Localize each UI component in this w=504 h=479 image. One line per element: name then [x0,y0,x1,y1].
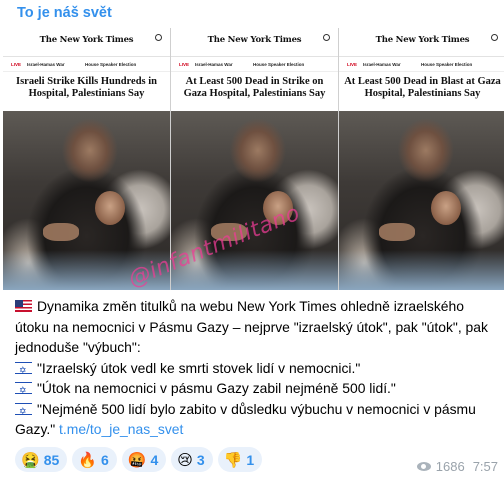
nav-item-election: House Speaker Election [85,62,137,67]
message-line-1: "Izraelský útok vedl ke smrti stovek lid… [15,358,495,380]
reaction-fire[interactable]: 🔥 6 [72,447,117,472]
message-bubble: To je náš svět The New York Times LIVE I… [0,0,504,479]
photo-hand [43,223,79,241]
live-label: LIVE [179,62,190,67]
reaction-angry[interactable]: 🤬 4 [121,447,167,472]
reactions-bar: 🤮 85 🔥 6 🤬 4 😢 3 👎 1 [15,447,263,472]
message-line-2-text: "Útok na nemocnici v pásmu Gazy zabil ne… [37,380,396,396]
account-icon [323,34,330,41]
photo-hand [379,223,415,241]
thumbs-down-emoji-icon: 👎 [223,451,243,469]
reaction-thumbs-down[interactable]: 👎 1 [217,447,263,472]
fire-emoji-icon: 🔥 [78,451,97,469]
photo-girl [95,191,125,225]
nyt-nav: LIVE Israel-Hamas War House Speaker Elec… [339,57,504,72]
reaction-cry[interactable]: 😢 3 [171,447,213,472]
nyt-screenshot-panel-1: The New York Times LIVE Israel-Hamas War… [3,28,171,290]
israel-flag-icon [15,360,32,380]
crying-emoji-icon: 😢 [177,451,193,469]
message-meta: 1686 7:57 [416,459,498,474]
nyt-screenshot-panel-3: The New York Times LIVE Israel-Hamas War… [339,28,504,290]
israel-flag-icon [15,380,32,401]
message-intro: Dynamika změn titulků na webu New York T… [15,296,495,358]
nyt-logo: The New York Times [39,35,134,45]
news-photo [339,111,504,290]
nav-item-war: Israel-Hamas War [363,62,401,67]
reaction-count: 4 [150,451,159,468]
message-line-1-text: "Izraelský útok vedl ke smrti stovek lid… [37,359,361,376]
photo-girl [431,191,461,225]
message-line-3: "Nejméně 500 lidí bylo zabito v důsledku… [15,399,495,440]
israel-flag-icon [15,401,32,421]
channel-link[interactable]: t.me/to_je_nas_svet [59,421,183,437]
live-label: LIVE [11,62,22,67]
view-count: 1686 [435,459,465,474]
reaction-vomit[interactable]: 🤮 85 [15,447,68,472]
reaction-count: 85 [43,451,60,468]
nyt-header: The New York Times [171,28,338,57]
media-collage[interactable]: The New York Times LIVE Israel-Hamas War… [3,28,504,290]
nav-item-election: House Speaker Election [421,62,473,67]
headline: Israeli Strike Kills Hundreds in Hospita… [3,72,170,112]
message-line-2: "Útok na nemocnici v pásmu Gazy zabil ne… [15,378,495,401]
vomit-emoji-icon: 🤮 [21,451,40,469]
reaction-count: 1 [246,451,255,468]
nyt-nav: LIVE Israel-Hamas War House Speaker Elec… [171,57,338,72]
nyt-nav: LIVE Israel-Hamas War House Speaker Elec… [3,57,170,72]
nyt-header: The New York Times [3,28,170,57]
account-icon [491,34,498,41]
headline: At Least 500 Dead in Blast at Gaza Hospi… [339,72,504,112]
account-icon [155,34,162,41]
headline: At Least 500 Dead in Strike on Gaza Hosp… [171,72,338,112]
live-label: LIVE [347,62,358,67]
nyt-logo: The New York Times [207,35,302,45]
message-text: Dynamika změn titulků na webu New York T… [15,296,495,440]
nyt-logo: The New York Times [375,35,470,45]
nav-item-war: Israel-Hamas War [27,62,65,67]
nyt-header: The New York Times [339,28,504,57]
nav-item-war: Israel-Hamas War [195,62,233,67]
us-flag-icon [15,300,32,312]
angry-emoji-icon: 🤬 [127,451,147,469]
reaction-count: 6 [100,451,109,468]
channel-name[interactable]: To je náš svět [17,5,112,21]
eye-icon [416,462,431,471]
nav-item-election: House Speaker Election [253,62,305,67]
message-intro-text: Dynamika změn titulků na webu New York T… [15,298,488,355]
photo-floor [339,250,504,290]
reaction-count: 3 [196,451,205,468]
message-time: 7:57 [472,459,498,474]
